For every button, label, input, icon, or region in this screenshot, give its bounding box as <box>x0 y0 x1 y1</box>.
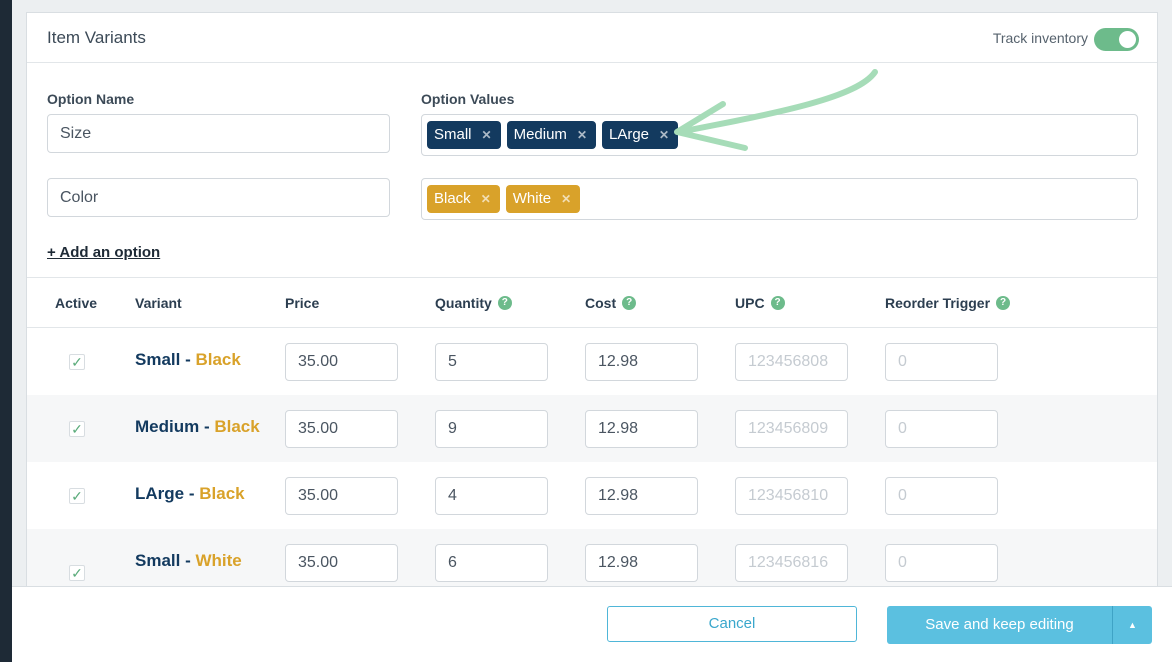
option-name-input-color[interactable]: Color <box>47 178 390 217</box>
quantity-input[interactable]: 4 <box>435 477 548 515</box>
column-header-quantity: Quantity? <box>435 295 512 311</box>
table-row: ✓ Small - Black 35.00 5 12.98 123456808 … <box>27 328 1157 395</box>
column-header-cost: Cost? <box>585 295 637 311</box>
tag-label: Small <box>434 126 472 143</box>
save-options-dropdown-button[interactable]: ▲ <box>1112 606 1152 644</box>
help-icon[interactable]: ? <box>996 296 1011 310</box>
option-tag-large[interactable]: LArge ✕ <box>602 121 679 149</box>
column-header-label: Reorder Trigger <box>885 295 991 311</box>
reorder-trigger-input[interactable]: 0 <box>885 410 998 448</box>
upc-input[interactable]: 123456816 <box>735 544 848 582</box>
reorder-trigger-input[interactable]: 0 <box>885 544 998 582</box>
variant-separator: - <box>199 417 215 436</box>
column-header-label: Quantity <box>435 295 492 311</box>
table-row: ✓ Small - White 35.00 6 12.98 123456816 … <box>27 529 1157 586</box>
tag-label: White <box>512 190 552 207</box>
option-tag-black[interactable]: Black ✕ <box>427 185 500 213</box>
cancel-button[interactable]: Cancel <box>607 606 857 642</box>
cost-input[interactable]: 12.98 <box>585 477 698 515</box>
track-inventory-label: Track inventory <box>992 30 1088 46</box>
variant-name: LArge - Black <box>135 484 245 504</box>
track-inventory-toggle[interactable] <box>1094 28 1139 51</box>
option-name-label: Option Name <box>47 91 135 107</box>
variant-color: Black <box>214 417 260 436</box>
close-icon[interactable]: ✕ <box>659 121 669 149</box>
variant-size: LArge <box>135 484 185 503</box>
option-tag-white[interactable]: White ✕ <box>505 185 581 213</box>
section-divider <box>27 277 1157 278</box>
column-header-label: Variant <box>135 295 182 311</box>
variant-size: Small <box>135 551 181 570</box>
column-header-label: Active <box>55 295 98 311</box>
option-values-input-color[interactable]: Black ✕ White ✕ <box>421 178 1138 220</box>
variant-separator: - <box>180 551 196 570</box>
upc-input[interactable]: 123456809 <box>735 410 848 448</box>
help-icon[interactable]: ? <box>770 296 785 310</box>
variant-name: Small - White <box>135 551 242 571</box>
option-values-input-size[interactable]: Small ✕ Medium ✕ LArge ✕ <box>421 114 1138 156</box>
option-name-input-size[interactable]: Size <box>47 114 390 153</box>
variant-size: Medium <box>135 417 200 436</box>
close-icon[interactable]: ✕ <box>561 185 571 213</box>
close-icon[interactable]: ✕ <box>481 185 491 213</box>
column-header-upc: UPC? <box>735 295 785 311</box>
variant-name: Medium - Black <box>135 417 260 437</box>
option-tag-medium[interactable]: Medium ✕ <box>506 121 596 149</box>
active-checkbox[interactable]: ✓ <box>69 421 85 437</box>
variant-color: Black <box>195 350 241 369</box>
table-row: ✓ Medium - Black 35.00 9 12.98 123456809… <box>27 395 1157 462</box>
variant-separator: - <box>180 350 196 369</box>
column-header-reorder-trigger: Reorder Trigger? <box>885 295 1011 311</box>
caret-up-icon: ▲ <box>1128 620 1137 630</box>
option-tag-small[interactable]: Small ✕ <box>427 121 501 149</box>
variant-size: Small <box>135 350 181 369</box>
price-input[interactable]: 35.00 <box>285 410 398 448</box>
cost-input[interactable]: 12.98 <box>585 544 698 582</box>
modal-footer: Cancel Save and keep editing ▲ <box>12 586 1172 662</box>
price-input[interactable]: 35.00 <box>285 544 398 582</box>
save-and-keep-editing-button[interactable]: Save and keep editing <box>887 606 1112 644</box>
upc-input[interactable]: 123456810 <box>735 477 848 515</box>
active-checkbox[interactable]: ✓ <box>69 565 85 581</box>
close-icon[interactable]: ✕ <box>482 121 492 149</box>
panel-header: Item Variants Track inventory <box>27 13 1157 63</box>
variant-separator: - <box>184 484 200 503</box>
tag-label: Medium <box>513 126 567 143</box>
column-header-label: UPC <box>735 295 765 311</box>
app-left-edge <box>0 0 12 662</box>
close-icon[interactable]: ✕ <box>577 121 587 149</box>
quantity-input[interactable]: 5 <box>435 343 548 381</box>
column-header-variant: Variant <box>135 295 182 311</box>
tag-label: LArge <box>609 126 650 143</box>
upc-input[interactable]: 123456808 <box>735 343 848 381</box>
panel-title: Item Variants <box>47 28 146 47</box>
help-icon[interactable]: ? <box>622 296 637 310</box>
cost-input[interactable]: 12.98 <box>585 410 698 448</box>
item-variants-panel: Item Variants Track inventory Option Nam… <box>26 12 1158 586</box>
price-input[interactable]: 35.00 <box>285 343 398 381</box>
column-header-active: Active <box>55 295 97 311</box>
table-row: ✓ LArge - Black 35.00 4 12.98 123456810 … <box>27 462 1157 529</box>
option-values-label: Option Values <box>421 91 515 107</box>
help-icon[interactable]: ? <box>497 296 512 310</box>
toggle-knob <box>1119 31 1136 48</box>
column-header-price: Price <box>285 295 319 311</box>
reorder-trigger-input[interactable]: 0 <box>885 477 998 515</box>
active-checkbox[interactable]: ✓ <box>69 488 85 504</box>
variant-color: White <box>195 551 242 570</box>
add-option-link[interactable]: + Add an option <box>47 244 160 261</box>
variant-color: Black <box>199 484 245 503</box>
column-header-label: Price <box>285 295 320 311</box>
column-header-label: Cost <box>585 295 617 311</box>
variant-name: Small - Black <box>135 350 241 370</box>
active-checkbox[interactable]: ✓ <box>69 354 85 370</box>
quantity-input[interactable]: 6 <box>435 544 548 582</box>
cost-input[interactable]: 12.98 <box>585 343 698 381</box>
quantity-input[interactable]: 9 <box>435 410 548 448</box>
reorder-trigger-input[interactable]: 0 <box>885 343 998 381</box>
price-input[interactable]: 35.00 <box>285 477 398 515</box>
tag-label: Black <box>434 190 471 207</box>
